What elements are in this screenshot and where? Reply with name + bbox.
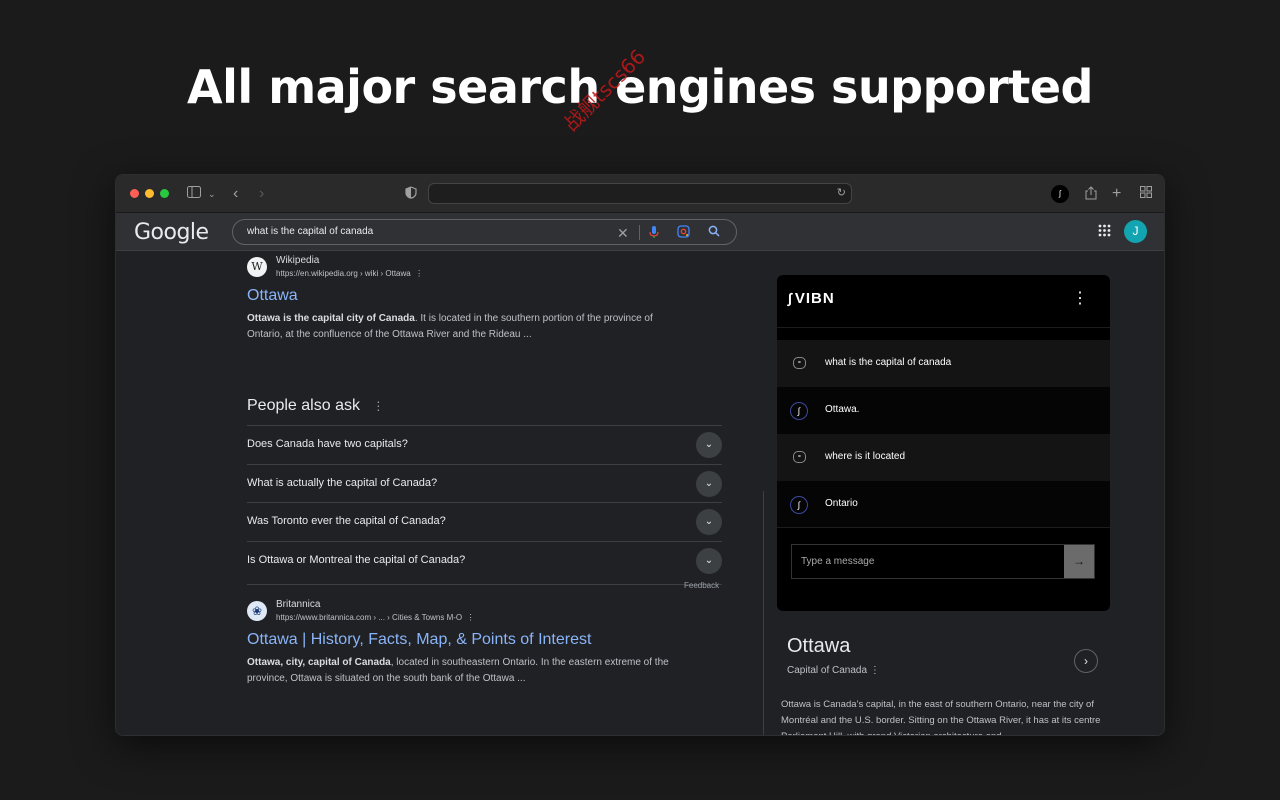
chat-message-user: ∘ what is the capital of canada xyxy=(777,340,1110,387)
feedback-link[interactable]: Feedback xyxy=(684,581,719,590)
voice-search-icon[interactable] xyxy=(649,225,659,243)
chat-message-text: what is the capital of canada xyxy=(825,357,952,368)
chevron-down-icon[interactable]: ⌄ xyxy=(696,471,722,497)
paa-question[interactable]: What is actually the capital of Canada? … xyxy=(247,464,722,503)
chat-message-text: Ontario xyxy=(825,498,858,509)
browser-titlebar: ⌄ ‹ › ↻ ∫ + xyxy=(116,175,1164,213)
chat-message-text: where is it located xyxy=(825,451,906,462)
close-window-button[interactable] xyxy=(130,189,139,198)
chevron-down-icon[interactable]: ⌄ xyxy=(208,186,216,202)
sidebar-toggle-icon[interactable] xyxy=(187,186,201,202)
address-bar[interactable]: ↻ xyxy=(428,183,852,204)
paa-question[interactable]: Was Toronto ever the capital of Canada? … xyxy=(247,502,722,541)
maximize-window-button[interactable] xyxy=(160,189,169,198)
arrow-right-icon: → xyxy=(1073,554,1085,568)
paa-question[interactable]: Is Ottawa or Montreal the capital of Can… xyxy=(247,541,722,585)
new-tab-icon[interactable]: + xyxy=(1112,186,1121,202)
chevron-right-icon[interactable]: › xyxy=(1074,649,1098,673)
vibn-bot-icon: ∫ xyxy=(790,496,808,514)
result-url[interactable]: https://en.wikipedia.org › wiki › Ottawa… xyxy=(276,269,423,278)
send-button[interactable]: → xyxy=(1064,545,1094,578)
search-box[interactable]: what is the capital of canada ✕ xyxy=(232,219,737,245)
tab-overview-icon[interactable] xyxy=(1140,186,1152,202)
minimize-window-button[interactable] xyxy=(145,189,154,198)
search-input[interactable]: what is the capital of canada xyxy=(247,226,373,237)
column-divider xyxy=(763,491,764,735)
lens-search-icon[interactable] xyxy=(677,225,690,242)
paa-question-text: Is Ottawa or Montreal the capital of Can… xyxy=(247,554,466,566)
result-site-name[interactable]: Britannica xyxy=(276,599,320,610)
people-also-ask-title: People also ask ⋮ xyxy=(247,397,385,414)
chevron-down-icon[interactable]: ⌄ xyxy=(696,432,722,458)
chat-message-user: ∘ where is it located xyxy=(777,434,1110,481)
result-snippet: Ottawa, city, capital of Canada, located… xyxy=(247,657,669,684)
knowledge-panel-title: Ottawa xyxy=(787,635,851,657)
britannica-favicon-icon: ❀ xyxy=(247,601,267,621)
paa-question-text: Was Toronto ever the capital of Canada? xyxy=(247,515,446,527)
chat-message-text: Ottawa. xyxy=(825,404,860,415)
more-options-icon[interactable]: ⋮ xyxy=(372,399,384,413)
chevron-down-icon[interactable]: ⌄ xyxy=(696,509,722,535)
vibn-logo-icon: ∫ xyxy=(788,290,793,306)
clear-search-icon[interactable]: ✕ xyxy=(617,225,629,241)
search-icon[interactable] xyxy=(708,225,720,241)
share-icon[interactable] xyxy=(1085,186,1097,204)
forward-button[interactable]: › xyxy=(259,186,264,202)
more-options-icon[interactable]: ⋮ xyxy=(415,269,423,278)
vibn-extension-icon[interactable]: ∫ xyxy=(1051,185,1069,203)
chevron-down-icon[interactable]: ⌄ xyxy=(696,548,722,574)
more-options-icon[interactable]: ⋮ xyxy=(870,665,880,676)
more-options-icon[interactable]: ⋮ xyxy=(467,613,475,622)
search-result: W Wikipedia https://en.wikipedia.org › w… xyxy=(247,251,697,351)
message-input[interactable] xyxy=(792,545,1064,578)
result-snippet: Ottawa is the capital city of Canada. It… xyxy=(247,313,653,340)
google-apps-icon[interactable] xyxy=(1098,224,1111,242)
search-result: ❀ Britannica https://www.britannica.com … xyxy=(247,595,697,695)
vibn-bot-icon: ∫ xyxy=(790,402,808,420)
google-search-header: Google what is the capital of canada ✕ J xyxy=(116,213,1164,251)
vibn-chat-panel: ∫ VIBN ⋮ ∘ what is the capital of canada … xyxy=(777,275,1110,611)
knowledge-panel-subtitle: Capital of Canada ⋮ xyxy=(787,665,880,676)
browser-window: ⌄ ‹ › ↻ ∫ + Google what is the capital o… xyxy=(115,174,1165,736)
user-icon: ∘ xyxy=(793,451,806,463)
account-avatar[interactable]: J xyxy=(1124,220,1147,243)
chat-message-bot: ∫ Ontario xyxy=(777,481,1110,528)
wikipedia-favicon-icon: W xyxy=(247,257,267,277)
paa-question-text: What is actually the capital of Canada? xyxy=(247,477,438,489)
result-title-link[interactable]: Ottawa xyxy=(247,287,298,305)
result-url[interactable]: https://www.britannica.com › ... › Citie… xyxy=(276,613,475,622)
reload-icon[interactable]: ↻ xyxy=(837,186,846,199)
chat-message-bot: ∫ Ottawa. xyxy=(777,387,1110,434)
paa-question[interactable]: Does Canada have two capitals? ⌄ xyxy=(247,425,722,464)
privacy-shield-icon[interactable] xyxy=(405,186,417,203)
user-icon: ∘ xyxy=(793,357,806,369)
paa-question-text: Does Canada have two capitals? xyxy=(247,438,408,450)
more-options-icon[interactable]: ⋮ xyxy=(1072,291,1088,307)
search-results-page: W Wikipedia https://en.wikipedia.org › w… xyxy=(116,251,1164,735)
result-site-name[interactable]: Wikipedia xyxy=(276,255,319,266)
vibn-panel-header: ∫ VIBN ⋮ xyxy=(777,275,1110,328)
back-button[interactable]: ‹ xyxy=(233,186,238,202)
vibn-logo: ∫ VIBN xyxy=(788,290,835,307)
search-divider xyxy=(639,225,640,240)
result-title-link[interactable]: Ottawa | History, Facts, Map, & Points o… xyxy=(247,631,591,649)
knowledge-panel-description: Ottawa is Canada’s capital, in the east … xyxy=(781,699,1101,735)
google-logo[interactable]: Google xyxy=(134,220,209,245)
message-input-wrap: → xyxy=(791,544,1095,579)
